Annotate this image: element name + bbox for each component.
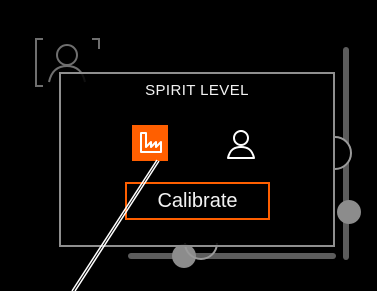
calibrate-button[interactable]: Calibrate: [125, 182, 270, 220]
spirit-level-panel: SPIRIT LEVEL Calibrate: [59, 72, 335, 247]
scroll-knob[interactable]: [337, 200, 361, 224]
user-mode-button[interactable]: [223, 127, 259, 161]
factory-mode-button[interactable]: [132, 125, 168, 161]
user-icon: [227, 130, 255, 159]
factory-icon: [140, 132, 162, 153]
horizontal-track[interactable]: [128, 253, 336, 259]
panel-title: SPIRIT LEVEL: [145, 82, 249, 99]
